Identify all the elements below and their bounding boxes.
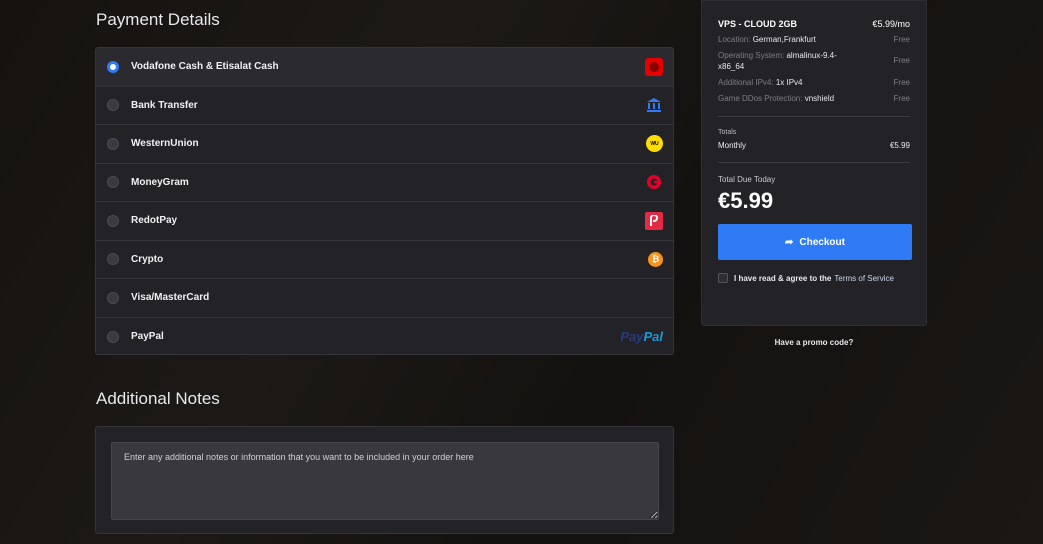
payment-method-western-union[interactable]: WesternUnion WU <box>96 125 673 164</box>
redotpay-icon <box>645 211 663 230</box>
western-union-icon: WU <box>646 135 663 153</box>
config-key: Operating System: <box>718 51 785 60</box>
paypal-logo-pay: Pay <box>620 329 644 345</box>
config-price: Free <box>893 35 910 44</box>
payment-method-label: WesternUnion <box>131 138 199 150</box>
config-value: 1x IPv4 <box>775 78 803 87</box>
config-line-ddos: Game DDos Protection: vnshield Free <box>718 93 910 104</box>
vodafone-icon <box>645 57 663 76</box>
payment-method-label: MoneyGram <box>131 176 189 188</box>
bank-icon <box>645 96 663 114</box>
tos-text: I have read & agree to the <box>734 273 832 283</box>
payment-method-redotpay[interactable]: RedotPay <box>96 202 673 241</box>
share-arrow-icon: ➦ <box>785 236 794 248</box>
radio-button[interactable] <box>107 291 119 304</box>
payment-method-label: RedotPay <box>131 215 178 227</box>
payment-method-visa-mastercard[interactable]: Visa/MasterCard <box>96 279 673 318</box>
config-key: Additional IPv4: <box>718 78 774 87</box>
divider <box>718 116 910 117</box>
payment-methods-list: Vodafone Cash & Etisalat Cash Bank Trans… <box>95 47 674 355</box>
payment-method-label: Visa/MasterCard <box>131 292 210 304</box>
payment-method-crypto[interactable]: Crypto ₿ <box>96 241 673 279</box>
config-value: German,Frankfurt <box>752 35 816 44</box>
payment-method-label: Bank Transfer <box>131 99 198 111</box>
payment-method-paypal[interactable]: PayPal Pay Pal <box>96 318 673 357</box>
notes-panel <box>95 426 674 534</box>
notes-textarea[interactable] <box>111 442 659 520</box>
radio-button[interactable] <box>107 253 119 266</box>
order-summary-panel: VPS - CLOUD 2GB €5.99/mo Location: Germa… <box>701 0 927 326</box>
additional-notes-title: Additional Notes <box>96 389 220 408</box>
totals-label: Totals <box>718 129 737 136</box>
config-key: Game DDos Protection: <box>718 94 803 103</box>
payment-method-label: Vodafone Cash & Etisalat Cash <box>131 61 279 73</box>
product-header: VPS - CLOUD 2GB €5.99/mo <box>718 19 910 29</box>
paypal-logo-pal: Pal <box>643 329 663 345</box>
radio-button[interactable] <box>107 137 119 150</box>
paypal-logo: Pay Pal <box>620 328 663 346</box>
config-line-location: Location: German,Frankfurt Free <box>718 34 910 45</box>
tos-checkbox[interactable] <box>718 273 728 283</box>
payment-method-label: Crypto <box>131 253 164 265</box>
radio-button[interactable] <box>107 99 119 112</box>
monthly-total-row: Monthly €5.99 <box>718 141 910 150</box>
bitcoin-icon: ₿ <box>648 251 663 267</box>
radio-button[interactable] <box>107 60 119 73</box>
payment-details-title: Payment Details <box>96 10 220 29</box>
config-line-ipv4: Additional IPv4: 1x IPv4 Free <box>718 77 910 88</box>
config-key: Location: <box>718 35 751 44</box>
checkout-button[interactable]: ➦ Checkout <box>718 224 912 260</box>
monthly-value: €5.99 <box>889 141 910 150</box>
tos-agreement: I have read & agree to the Terms of Serv… <box>718 273 910 283</box>
divider <box>718 162 910 163</box>
product-price: €5.99/mo <box>872 19 910 29</box>
promo-code-link[interactable]: Have a promo code? <box>701 338 927 347</box>
config-price: Free <box>893 78 910 87</box>
monthly-label: Monthly <box>718 141 747 150</box>
config-line-os: Operating System: almalinux-9.4-x86_64 F… <box>718 50 910 72</box>
payment-method-moneygram[interactable]: MoneyGram <box>96 164 673 202</box>
payment-method-label: PayPal <box>131 331 164 343</box>
product-name: VPS - CLOUD 2GB <box>718 19 798 29</box>
checkout-label: Checkout <box>799 236 845 248</box>
config-value: vnshield <box>804 94 835 103</box>
radio-button[interactable] <box>107 330 119 343</box>
total-due-label: Total Due Today <box>718 175 776 184</box>
config-price: Free <box>893 56 910 65</box>
payment-method-vodafone[interactable]: Vodafone Cash & Etisalat Cash <box>96 48 673 87</box>
moneygram-icon <box>645 173 663 191</box>
tos-link[interactable]: Terms of Service <box>834 274 894 283</box>
radio-button[interactable] <box>107 214 119 227</box>
config-price: Free <box>893 94 910 103</box>
radio-button[interactable] <box>107 176 119 189</box>
payment-method-bank-transfer[interactable]: Bank Transfer <box>96 87 673 125</box>
total-due-amount: €5.99 <box>718 188 774 213</box>
